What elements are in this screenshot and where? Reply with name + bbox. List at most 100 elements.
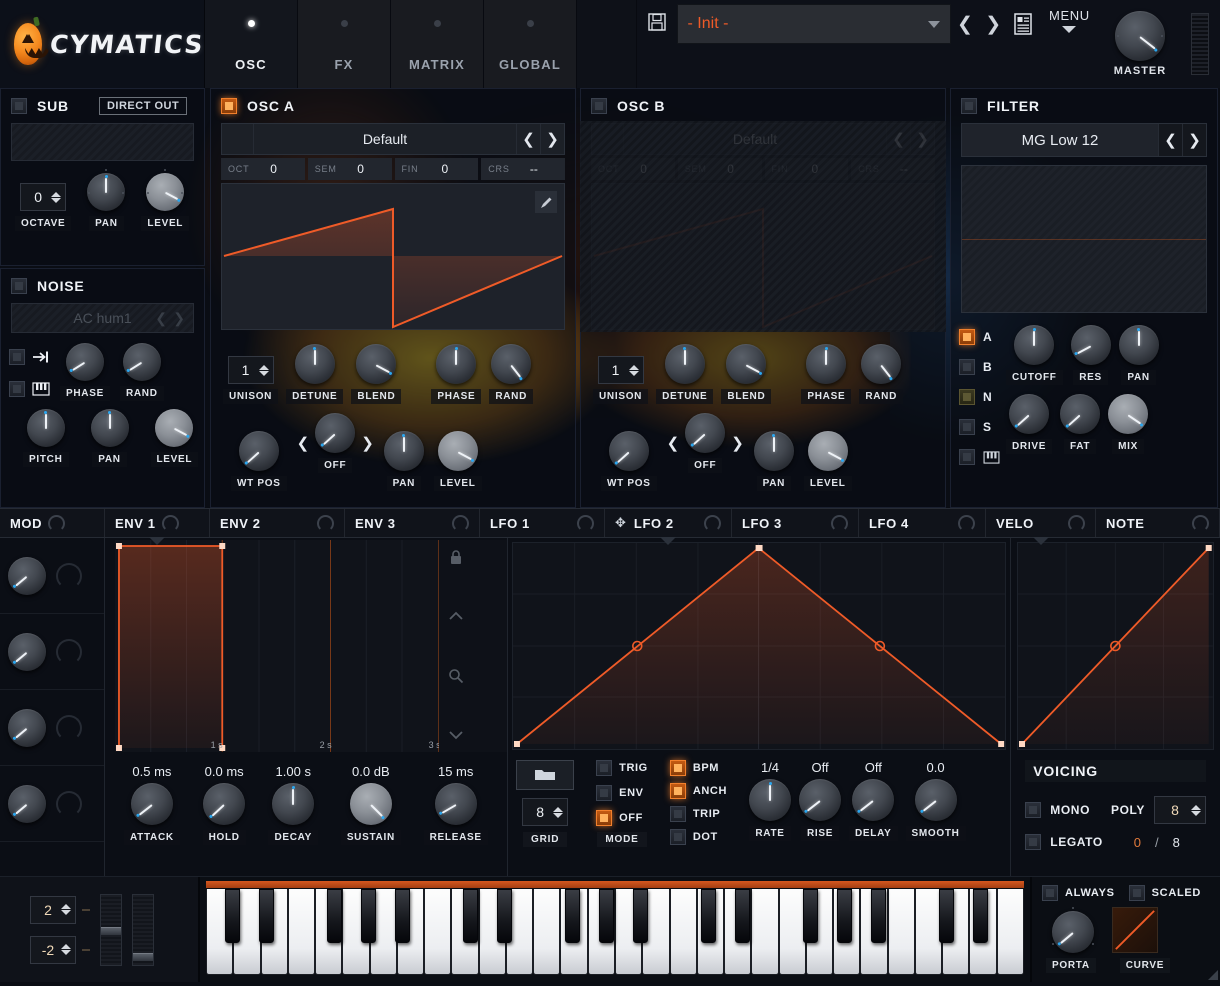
filter-route-a-checkbox[interactable] — [959, 329, 975, 345]
black-key[interactable] — [837, 889, 852, 943]
env1-hold-knob[interactable] — [203, 783, 246, 825]
chevron-down-icon[interactable] — [445, 724, 467, 746]
osc-a-pan-knob[interactable] — [383, 431, 424, 471]
mod-slot-knob[interactable] — [8, 784, 46, 823]
env1-release-knob[interactable] — [434, 783, 477, 825]
osc-a-wtpos-knob[interactable] — [238, 431, 279, 471]
tab-mod[interactable]: MOD — [0, 509, 105, 537]
osc-a-waveform-display[interactable] — [221, 183, 565, 330]
osc-b-enable-checkbox[interactable] — [591, 98, 607, 114]
black-key[interactable] — [361, 889, 376, 943]
lfo2-grid-stepper[interactable]: 8 — [522, 798, 569, 826]
lfo2-trip[interactable]: TRIP — [669, 806, 727, 822]
mod-slot[interactable] — [0, 614, 104, 690]
black-key[interactable] — [973, 889, 988, 943]
sub-pan-knob[interactable] — [87, 169, 126, 211]
filter-route-s[interactable]: S — [959, 419, 1000, 435]
osc-b-unison-stepper[interactable]: 1 — [597, 356, 644, 384]
sub-enable-checkbox[interactable] — [11, 98, 27, 114]
filter-route-n-checkbox[interactable] — [959, 389, 975, 405]
tab-matrix[interactable]: MATRIX — [391, 0, 484, 88]
sub-level-knob[interactable] — [146, 169, 185, 211]
filter-next[interactable]: ❯ — [1182, 124, 1206, 156]
black-key[interactable] — [803, 889, 818, 943]
black-key[interactable] — [327, 889, 342, 943]
resize-handle-icon[interactable] — [1208, 970, 1218, 980]
osc-b-detune-knob[interactable] — [664, 344, 705, 384]
menu-button[interactable]: MENU — [1039, 0, 1099, 88]
mod-slot-knob[interactable] — [8, 708, 46, 747]
pitch-wheel[interactable] — [100, 893, 122, 966]
env1-decay-knob[interactable] — [272, 783, 315, 825]
env1-sustain-knob[interactable] — [349, 783, 392, 825]
lfo2-bpm[interactable]: BPM — [669, 760, 727, 776]
env1-attack-knob[interactable] — [130, 783, 173, 825]
filter-route-n[interactable]: N — [959, 389, 1000, 405]
white-key[interactable] — [887, 889, 915, 975]
env1-graph[interactable]: 1 s 2 s 3 s — [114, 540, 508, 752]
sub-octave-stepper[interactable]: 0 — [20, 183, 67, 211]
noise-enable-checkbox[interactable] — [11, 278, 27, 294]
black-key[interactable] — [225, 889, 240, 943]
black-key[interactable] — [871, 889, 886, 943]
lfo2-delay-knob[interactable] — [852, 779, 895, 821]
direct-out-button[interactable]: DIRECT OUT — [98, 97, 188, 115]
lfo2-dot-checkbox[interactable] — [669, 829, 686, 845]
osc-a-wt-next[interactable]: ❯ — [540, 124, 564, 154]
lfo2-load-shape-button[interactable] — [516, 760, 575, 790]
osc-b-wtpos-knob[interactable] — [608, 431, 649, 471]
mod-slot[interactable] — [0, 690, 104, 766]
lfo2-mode-off[interactable]: OFF — [596, 810, 648, 826]
preset-selector[interactable]: - Init - — [676, 4, 951, 44]
lfo2-off-checkbox[interactable] — [596, 810, 613, 826]
preset-list-button[interactable] — [1007, 4, 1039, 44]
osc-a-oct[interactable]: OCT 0 — [221, 158, 305, 180]
noise-phase-knob[interactable] — [65, 343, 104, 381]
osc-b-level-knob[interactable] — [807, 431, 848, 471]
osc-a-phase-knob[interactable] — [436, 344, 477, 384]
filter-drive-knob[interactable] — [1009, 394, 1050, 434]
noise-phase-reset-checkbox[interactable] — [9, 349, 25, 365]
white-key[interactable] — [424, 889, 452, 975]
filter-enable-checkbox[interactable] — [961, 98, 977, 114]
tab-fx[interactable]: FX — [298, 0, 391, 88]
lfo2-bpm-checkbox[interactable] — [669, 760, 686, 776]
osc-b-phase-knob[interactable] — [806, 344, 847, 384]
black-key[interactable] — [259, 889, 274, 943]
keyboard-strip[interactable] — [206, 881, 1024, 888]
filter-response-display[interactable] — [961, 165, 1207, 313]
filter-res-knob[interactable] — [1070, 325, 1111, 365]
sub-waveform-slot[interactable] — [11, 123, 194, 161]
filter-mix-knob[interactable] — [1108, 394, 1149, 434]
poly-stepper[interactable]: 8 — [1154, 796, 1206, 824]
scaled-toggle[interactable]: SCALED — [1128, 885, 1201, 901]
lfo2-dot[interactable]: DOT — [669, 829, 727, 845]
filter-prev[interactable]: ❮ — [1158, 124, 1182, 156]
mod-wheel[interactable] — [132, 893, 154, 966]
chevron-left-icon[interactable]: ❮ — [155, 310, 167, 327]
noise-sample-selector[interactable]: AC hum1 ❮ ❯ — [11, 303, 194, 333]
osc-a-level-knob[interactable] — [437, 431, 478, 471]
black-key[interactable] — [599, 889, 614, 943]
osc-a-unison-stepper[interactable]: 1 — [227, 356, 274, 384]
black-key[interactable] — [701, 889, 716, 943]
filter-model-selector[interactable]: MG Low 12 ❮ ❯ — [961, 123, 1207, 157]
osc-a-edit-button[interactable] — [535, 191, 557, 213]
osc-b-wt-mode-prev[interactable]: ❮ — [667, 434, 680, 452]
mod-slot-knob[interactable] — [8, 556, 46, 595]
lfo2-rate-knob[interactable] — [749, 779, 792, 821]
preset-prev-button[interactable]: ❮ — [950, 4, 980, 44]
filter-route-a[interactable]: A — [959, 329, 1000, 345]
tab-env-3[interactable]: ENV 3 — [345, 509, 480, 537]
tab-global[interactable]: GLOBAL — [484, 0, 577, 88]
tab-note[interactable]: NOTE — [1096, 509, 1220, 537]
tab-lfo-1[interactable]: LFO 1 — [480, 509, 605, 537]
filter-cutoff-knob[interactable] — [1014, 325, 1055, 365]
mod-slot[interactable] — [0, 766, 104, 842]
osc-a-wavetable-selector[interactable]: Default ❮ ❯ — [221, 123, 565, 155]
osc-a-wt-mode-next[interactable]: ❯ — [361, 434, 374, 452]
lfo2-anch[interactable]: ANCH — [669, 783, 727, 799]
filter-keytrack-checkbox[interactable] — [959, 449, 975, 465]
filter-pan-knob[interactable] — [1118, 325, 1159, 365]
noise-level-knob[interactable] — [155, 409, 194, 447]
